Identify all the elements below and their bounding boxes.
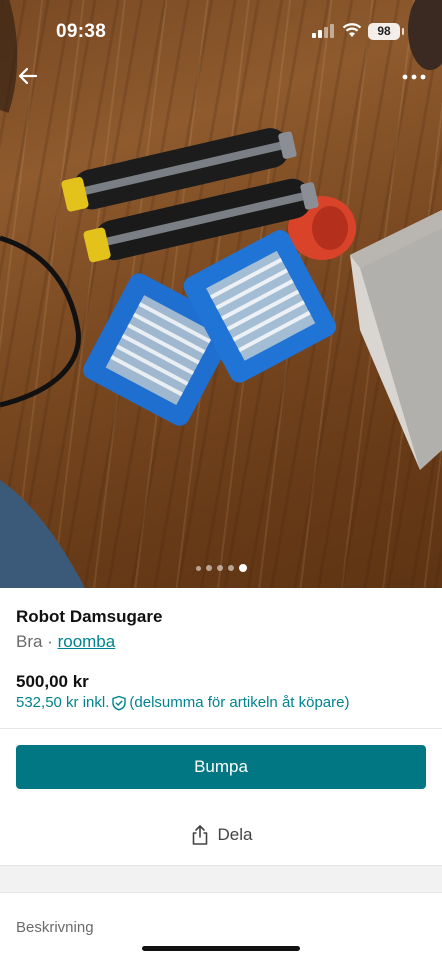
price-incl-note: (delsumma för artikeln åt köpare) xyxy=(129,694,350,711)
pagination-dot[interactable] xyxy=(227,565,234,571)
bump-button[interactable]: Bumpa xyxy=(16,745,426,789)
back-button[interactable] xyxy=(12,60,44,92)
battery-icon: 98 xyxy=(368,23,404,40)
home-indicator[interactable] xyxy=(142,946,300,951)
pagination-dot-active[interactable] xyxy=(238,564,247,572)
gallery-pagination xyxy=(0,564,442,572)
shield-check-icon xyxy=(112,695,127,711)
meta-separator: · xyxy=(42,632,58,651)
price-incl-value: 532,50 kr inkl. xyxy=(16,694,110,711)
item-price: 500,00 kr xyxy=(16,672,89,691)
more-button[interactable] xyxy=(398,60,430,92)
item-title: Robot Damsugare xyxy=(16,607,163,626)
section-separator xyxy=(0,865,442,893)
item-photo[interactable]: 09:38 98 xyxy=(0,0,442,588)
wifi-icon xyxy=(342,23,362,37)
arrow-left-icon xyxy=(18,67,38,85)
status-bar: 09:38 98 xyxy=(0,0,442,64)
share-label: Dela xyxy=(217,825,253,844)
price-incl-link[interactable]: 532,50 kr inkl. (delsumma för artikeln å… xyxy=(16,694,349,711)
share-icon xyxy=(192,825,207,845)
photo-content xyxy=(0,0,442,588)
divider xyxy=(0,728,442,729)
more-horizontal-icon xyxy=(402,74,426,80)
status-time: 09:38 xyxy=(56,21,107,42)
signal-icon xyxy=(312,24,334,38)
item-meta: Bra · roomba xyxy=(16,632,115,652)
pagination-dot[interactable] xyxy=(205,565,212,571)
share-button[interactable]: Dela xyxy=(16,813,426,857)
brand-link[interactable]: roomba xyxy=(58,632,116,651)
description-heading: Beskrivning xyxy=(16,919,94,936)
pagination-dot[interactable] xyxy=(195,565,201,571)
pagination-dot[interactable] xyxy=(216,565,223,571)
item-condition: Bra xyxy=(16,632,43,651)
